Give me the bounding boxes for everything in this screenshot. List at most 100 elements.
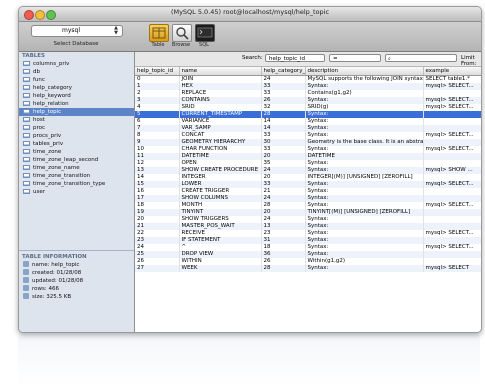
table-cell[interactable]: mysql> SELECT...	[423, 244, 481, 251]
table-cell[interactable]: VAR_SAMP	[179, 125, 262, 132]
table-cell[interactable]	[423, 258, 481, 265]
table-cell[interactable]	[423, 195, 481, 202]
table-cell[interactable]: mysql> SELECT...	[423, 97, 481, 104]
sidebar-item-func[interactable]: func	[19, 76, 134, 84]
table-cell[interactable]: 27	[135, 265, 180, 272]
table-row[interactable]: 12 OPEN 35 Syntax:	[135, 160, 481, 167]
table-row[interactable]: 26 WITHIN 26 Within(g1,g2)	[135, 258, 481, 265]
table-cell[interactable]: 19	[135, 209, 180, 216]
table-cell[interactable]: Within(g1,g2)	[305, 258, 424, 265]
table-cell[interactable]: 1	[135, 83, 180, 90]
table-cell[interactable]: 22	[135, 230, 180, 237]
table-cell[interactable]: 26	[135, 258, 180, 265]
table-structure-icon[interactable]	[149, 24, 169, 42]
table-cell[interactable]: 13	[261, 223, 306, 230]
table-cell[interactable]: SHOW TRIGGERS	[179, 216, 262, 223]
table-cell[interactable]: 14	[135, 174, 180, 181]
table-cell[interactable]: Syntax:	[305, 244, 424, 251]
sidebar-item-user[interactable]: user	[19, 188, 134, 196]
table-cell[interactable]: Syntax:	[305, 167, 424, 174]
table-cell[interactable]: 31	[261, 237, 306, 244]
table-cell[interactable]: 18	[135, 202, 180, 209]
table-cell[interactable]: Syntax:	[305, 83, 424, 90]
table-cell[interactable]: 18	[261, 244, 306, 251]
table-cell[interactable]: 4	[135, 104, 180, 111]
table-cell[interactable]: mysql> SELECT...	[423, 83, 481, 90]
table-cell[interactable]: Syntax:	[305, 251, 424, 258]
table-row[interactable]: 15 LOWER 33 Syntax: mysql> SELECT...	[135, 181, 481, 188]
table-cell[interactable]: 24	[261, 195, 306, 202]
column-header-help-category-id[interactable]: help_category_id	[261, 67, 306, 76]
table-cell[interactable]: Syntax:	[305, 216, 424, 223]
table-row[interactable]: 21 MASTER_POS_WAIT 13 Syntax:	[135, 223, 481, 230]
browse-button-label[interactable]: Browse	[170, 42, 192, 48]
table-cell[interactable]: 28	[261, 265, 306, 272]
table-cell[interactable]: 26	[261, 258, 306, 265]
table-cell[interactable]	[423, 118, 481, 125]
table-row[interactable]: 17 SHOW COLUMNS 24 Syntax:	[135, 195, 481, 202]
table-cell[interactable]: Syntax:	[305, 195, 424, 202]
sidebar-item-help-keyword[interactable]: help_keyword	[19, 92, 134, 100]
table-cell[interactable]: DATETIME	[305, 153, 424, 160]
table-cell[interactable]: TINYINT	[179, 209, 262, 216]
table-cell[interactable]: REPLACE	[179, 90, 262, 97]
table-cell[interactable]: 20	[261, 209, 306, 216]
table-cell[interactable]: 36	[261, 251, 306, 258]
table-cell[interactable]: 14	[261, 118, 306, 125]
table-cell[interactable]: Syntax:	[305, 111, 424, 118]
table-cell[interactable]	[423, 237, 481, 244]
table-cell[interactable]: WITHIN	[179, 258, 262, 265]
table-cell[interactable]: RECEIVE	[179, 230, 262, 237]
table-cell[interactable]: OPEN	[179, 160, 262, 167]
table-cell[interactable]: 24	[261, 167, 306, 174]
table-cell[interactable]: 33	[261, 90, 306, 97]
table-cell[interactable]: 16	[135, 188, 180, 195]
table-cell[interactable]: 14	[261, 125, 306, 132]
table-cell[interactable]: 23	[135, 237, 180, 244]
column-header-help-topic-id[interactable]: help_topic_id	[135, 67, 180, 76]
sidebar-item-time-zone-transition[interactable]: time_zone_transition	[19, 172, 134, 180]
table-cell[interactable]: mysql> SELECT...	[423, 132, 481, 139]
table-cell[interactable]: SHOW COLUMNS	[179, 195, 262, 202]
table-row[interactable]: 24 ^ 18 Syntax: mysql> SELECT...	[135, 244, 481, 251]
table-button-label[interactable]: Table	[147, 42, 169, 48]
table-cell[interactable]	[423, 174, 481, 181]
table-cell[interactable]: LOWER	[179, 181, 262, 188]
sidebar-item-help-topic[interactable]: help_topic	[19, 108, 134, 116]
table-cell[interactable]: 7	[135, 125, 180, 132]
table-cell[interactable]: 28	[261, 111, 306, 118]
table-row[interactable]: 23 IF STATEMENT 31 Syntax:	[135, 237, 481, 244]
table-cell[interactable]: Syntax:	[305, 181, 424, 188]
search-operator-select[interactable]: =	[329, 54, 381, 62]
table-row[interactable]: 6 VARIANCE 14 Syntax:	[135, 118, 481, 125]
table-cell[interactable]: 0	[135, 75, 180, 83]
table-cell[interactable]: INTEGER	[179, 174, 262, 181]
search-field-select[interactable]: help_topic_id	[265, 54, 325, 62]
table-cell[interactable]: ^	[179, 244, 262, 251]
table-cell[interactable]: 26	[261, 97, 306, 104]
table-cell[interactable]: 21	[135, 223, 180, 230]
table-cell[interactable]: Syntax:	[305, 146, 424, 153]
table-cell[interactable]	[423, 251, 481, 258]
table-cell[interactable]: 24	[261, 216, 306, 223]
table-cell[interactable]: MONTH	[179, 202, 262, 209]
column-header-example[interactable]: example	[423, 67, 481, 76]
table-cell[interactable]: 33	[261, 83, 306, 90]
table-row[interactable]: 11 DATETIME 20 DATETIME	[135, 153, 481, 160]
table-cell[interactable]: MASTER_POS_WAIT	[179, 223, 262, 230]
sidebar-item-time-zone[interactable]: time_zone	[19, 148, 134, 156]
table-cell[interactable]: Syntax:	[305, 188, 424, 195]
table-cell[interactable]: Syntax:	[305, 97, 424, 104]
sql-terminal-icon[interactable]	[195, 24, 215, 42]
table-cell[interactable]: CONTAINS	[179, 97, 262, 104]
table-cell[interactable]: IF STATEMENT	[179, 237, 262, 244]
database-select[interactable]: mysql ▲ ▼	[31, 25, 123, 37]
sidebar-item-db[interactable]: db	[19, 68, 134, 76]
table-cell[interactable]: SELECT table1.*	[423, 75, 481, 83]
table-cell[interactable]: TINYINT[(M)] [UNSIGNED] [ZEROFILL]	[305, 209, 424, 216]
table-cell[interactable]: 32	[261, 104, 306, 111]
table-cell[interactable]: Syntax:	[305, 237, 424, 244]
table-row[interactable]: 25 DROP VIEW 36 Syntax:	[135, 251, 481, 258]
table-cell[interactable]: CONCAT	[179, 132, 262, 139]
table-cell[interactable]	[423, 125, 481, 132]
